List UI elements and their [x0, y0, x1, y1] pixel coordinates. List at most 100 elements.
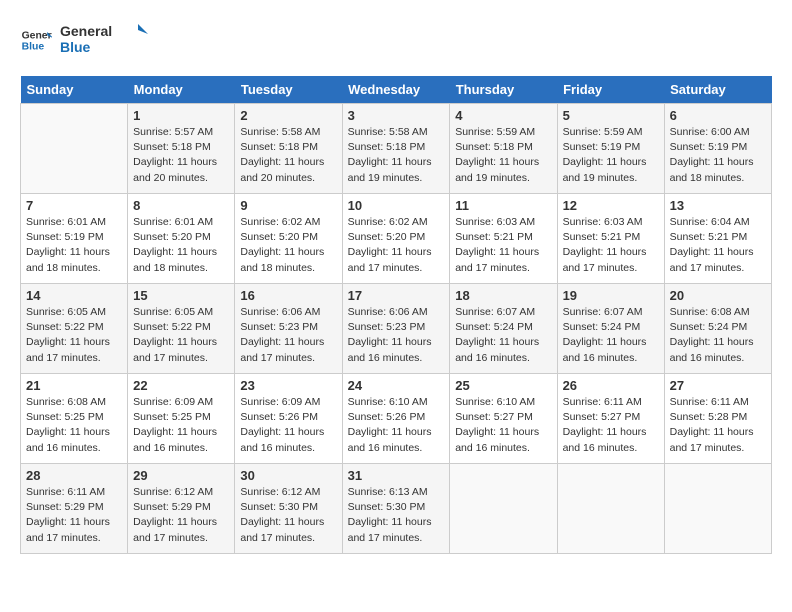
- day-number: 24: [348, 378, 445, 393]
- logo-graphic: General Blue: [60, 20, 150, 60]
- calendar-week-4: 21 Sunrise: 6:08 AM Sunset: 5:25 PM Dayli…: [21, 374, 772, 464]
- day-number: 29: [133, 468, 229, 483]
- day-info: Sunrise: 5:57 AM Sunset: 5:18 PM Dayligh…: [133, 125, 229, 186]
- calendar-cell: 24Sunrise: 6:10 AM Sunset: 5:26 PM Dayli…: [342, 374, 450, 464]
- calendar-week-1: 1 Sunrise: 5:57 AM Sunset: 5:18 PM Daylig…: [21, 104, 772, 194]
- day-number: 19: [563, 288, 659, 303]
- day-number: 6: [670, 108, 766, 123]
- header-row: SundayMondayTuesdayWednesdayThursdayFrid…: [21, 76, 772, 104]
- svg-text:Blue: Blue: [60, 39, 91, 55]
- calendar-cell: 19 Sunrise: 6:07 AM Sunset: 5:24 PM Dayli…: [557, 284, 664, 374]
- calendar-cell: 11 Sunrise: 6:03 AM Sunset: 5:21 PM Dayli…: [450, 194, 557, 284]
- header-cell-friday: Friday: [557, 76, 664, 104]
- day-number: 16: [240, 288, 336, 303]
- day-info: Sunrise: 5:58 AM Sunset: 5:18 PM Dayligh…: [240, 125, 336, 186]
- calendar-week-3: 14Sunrise: 6:05 AM Sunset: 5:22 PM Dayli…: [21, 284, 772, 374]
- day-number: 5: [563, 108, 659, 123]
- header-cell-monday: Monday: [128, 76, 235, 104]
- day-info: Sunrise: 6:08 AM Sunset: 5:25 PM Dayligh…: [26, 395, 122, 456]
- day-info: Sunrise: 6:02 AM Sunset: 5:20 PM Dayligh…: [240, 215, 336, 276]
- calendar-cell: 29 Sunrise: 6:12 AM Sunset: 5:29 PM Dayli…: [128, 464, 235, 554]
- calendar-cell: [557, 464, 664, 554]
- svg-text:General: General: [60, 23, 112, 39]
- day-info: Sunrise: 6:01 AM Sunset: 5:20 PM Dayligh…: [133, 215, 229, 276]
- day-number: 10: [348, 198, 445, 213]
- calendar-cell: 31Sunrise: 6:13 AM Sunset: 5:30 PM Dayli…: [342, 464, 450, 554]
- calendar-cell: 16 Sunrise: 6:06 AM Sunset: 5:23 PM Dayli…: [235, 284, 342, 374]
- calendar-cell: 4Sunrise: 5:59 AM Sunset: 5:18 PM Daylig…: [450, 104, 557, 194]
- day-number: 21: [26, 378, 122, 393]
- calendar-cell: 10 Sunrise: 6:02 AM Sunset: 5:20 PM Dayli…: [342, 194, 450, 284]
- day-number: 26: [563, 378, 659, 393]
- day-number: 9: [240, 198, 336, 213]
- calendar-cell: 6 Sunrise: 6:00 AM Sunset: 5:19 PM Daylig…: [664, 104, 771, 194]
- day-number: 25: [455, 378, 551, 393]
- logo: General Blue General Blue: [20, 20, 150, 60]
- calendar-cell: 21 Sunrise: 6:08 AM Sunset: 5:25 PM Dayli…: [21, 374, 128, 464]
- calendar-header: SundayMondayTuesdayWednesdayThursdayFrid…: [21, 76, 772, 104]
- day-number: 18: [455, 288, 551, 303]
- day-number: 30: [240, 468, 336, 483]
- header-cell-saturday: Saturday: [664, 76, 771, 104]
- calendar-cell: 27 Sunrise: 6:11 AM Sunset: 5:28 PM Dayli…: [664, 374, 771, 464]
- calendar-cell: 25 Sunrise: 6:10 AM Sunset: 5:27 PM Dayli…: [450, 374, 557, 464]
- day-info: Sunrise: 5:58 AM Sunset: 5:18 PM Dayligh…: [348, 125, 445, 186]
- day-info: Sunrise: 6:06 AM Sunset: 5:23 PM Dayligh…: [240, 305, 336, 366]
- day-info: Sunrise: 6:01 AM Sunset: 5:19 PM Dayligh…: [26, 215, 122, 276]
- day-info: Sunrise: 6:05 AM Sunset: 5:22 PM Dayligh…: [26, 305, 122, 366]
- day-info: Sunrise: 6:12 AM Sunset: 5:30 PM Dayligh…: [240, 485, 336, 546]
- calendar-cell: [21, 104, 128, 194]
- day-number: 28: [26, 468, 122, 483]
- day-info: Sunrise: 6:03 AM Sunset: 5:21 PM Dayligh…: [563, 215, 659, 276]
- calendar-week-5: 28Sunrise: 6:11 AM Sunset: 5:29 PM Dayli…: [21, 464, 772, 554]
- day-info: Sunrise: 6:07 AM Sunset: 5:24 PM Dayligh…: [563, 305, 659, 366]
- calendar-cell: [664, 464, 771, 554]
- day-info: Sunrise: 5:59 AM Sunset: 5:18 PM Dayligh…: [455, 125, 551, 186]
- day-info: Sunrise: 6:05 AM Sunset: 5:22 PM Dayligh…: [133, 305, 229, 366]
- logo-icon: General Blue: [20, 24, 52, 56]
- day-number: 11: [455, 198, 551, 213]
- day-info: Sunrise: 6:12 AM Sunset: 5:29 PM Dayligh…: [133, 485, 229, 546]
- svg-text:General: General: [22, 30, 52, 41]
- day-info: Sunrise: 6:07 AM Sunset: 5:24 PM Dayligh…: [455, 305, 551, 366]
- calendar-cell: 23Sunrise: 6:09 AM Sunset: 5:26 PM Dayli…: [235, 374, 342, 464]
- calendar-cell: 12Sunrise: 6:03 AM Sunset: 5:21 PM Dayli…: [557, 194, 664, 284]
- day-info: Sunrise: 6:08 AM Sunset: 5:24 PM Dayligh…: [670, 305, 766, 366]
- header-cell-thursday: Thursday: [450, 76, 557, 104]
- day-number: 1: [133, 108, 229, 123]
- day-number: 3: [348, 108, 445, 123]
- day-info: Sunrise: 6:09 AM Sunset: 5:26 PM Dayligh…: [240, 395, 336, 456]
- day-info: Sunrise: 6:11 AM Sunset: 5:28 PM Dayligh…: [670, 395, 766, 456]
- calendar-cell: 18 Sunrise: 6:07 AM Sunset: 5:24 PM Dayli…: [450, 284, 557, 374]
- day-info: Sunrise: 6:06 AM Sunset: 5:23 PM Dayligh…: [348, 305, 445, 366]
- day-info: Sunrise: 6:13 AM Sunset: 5:30 PM Dayligh…: [348, 485, 445, 546]
- calendar-cell: 8 Sunrise: 6:01 AM Sunset: 5:20 PM Daylig…: [128, 194, 235, 284]
- day-number: 17: [348, 288, 445, 303]
- day-number: 27: [670, 378, 766, 393]
- day-info: Sunrise: 6:10 AM Sunset: 5:27 PM Dayligh…: [455, 395, 551, 456]
- calendar-cell: [450, 464, 557, 554]
- calendar-cell: 15Sunrise: 6:05 AM Sunset: 5:22 PM Dayli…: [128, 284, 235, 374]
- calendar-cell: 5 Sunrise: 5:59 AM Sunset: 5:19 PM Daylig…: [557, 104, 664, 194]
- day-info: Sunrise: 6:11 AM Sunset: 5:27 PM Dayligh…: [563, 395, 659, 456]
- calendar-cell: 22 Sunrise: 6:09 AM Sunset: 5:25 PM Dayli…: [128, 374, 235, 464]
- header-cell-wednesday: Wednesday: [342, 76, 450, 104]
- svg-text:Blue: Blue: [22, 42, 45, 53]
- day-info: Sunrise: 6:02 AM Sunset: 5:20 PM Dayligh…: [348, 215, 445, 276]
- day-info: Sunrise: 6:09 AM Sunset: 5:25 PM Dayligh…: [133, 395, 229, 456]
- day-info: Sunrise: 6:03 AM Sunset: 5:21 PM Dayligh…: [455, 215, 551, 276]
- header-cell-sunday: Sunday: [21, 76, 128, 104]
- calendar-cell: 20Sunrise: 6:08 AM Sunset: 5:24 PM Dayli…: [664, 284, 771, 374]
- day-info: Sunrise: 5:59 AM Sunset: 5:19 PM Dayligh…: [563, 125, 659, 186]
- calendar-cell: 9 Sunrise: 6:02 AM Sunset: 5:20 PM Daylig…: [235, 194, 342, 284]
- calendar-cell: 14Sunrise: 6:05 AM Sunset: 5:22 PM Dayli…: [21, 284, 128, 374]
- calendar-cell: 28Sunrise: 6:11 AM Sunset: 5:29 PM Dayli…: [21, 464, 128, 554]
- header-cell-tuesday: Tuesday: [235, 76, 342, 104]
- calendar-cell: 26 Sunrise: 6:11 AM Sunset: 5:27 PM Dayli…: [557, 374, 664, 464]
- calendar-cell: 2 Sunrise: 5:58 AM Sunset: 5:18 PM Daylig…: [235, 104, 342, 194]
- day-info: Sunrise: 6:00 AM Sunset: 5:19 PM Dayligh…: [670, 125, 766, 186]
- day-number: 8: [133, 198, 229, 213]
- day-number: 2: [240, 108, 336, 123]
- calendar-cell: 1 Sunrise: 5:57 AM Sunset: 5:18 PM Daylig…: [128, 104, 235, 194]
- day-number: 22: [133, 378, 229, 393]
